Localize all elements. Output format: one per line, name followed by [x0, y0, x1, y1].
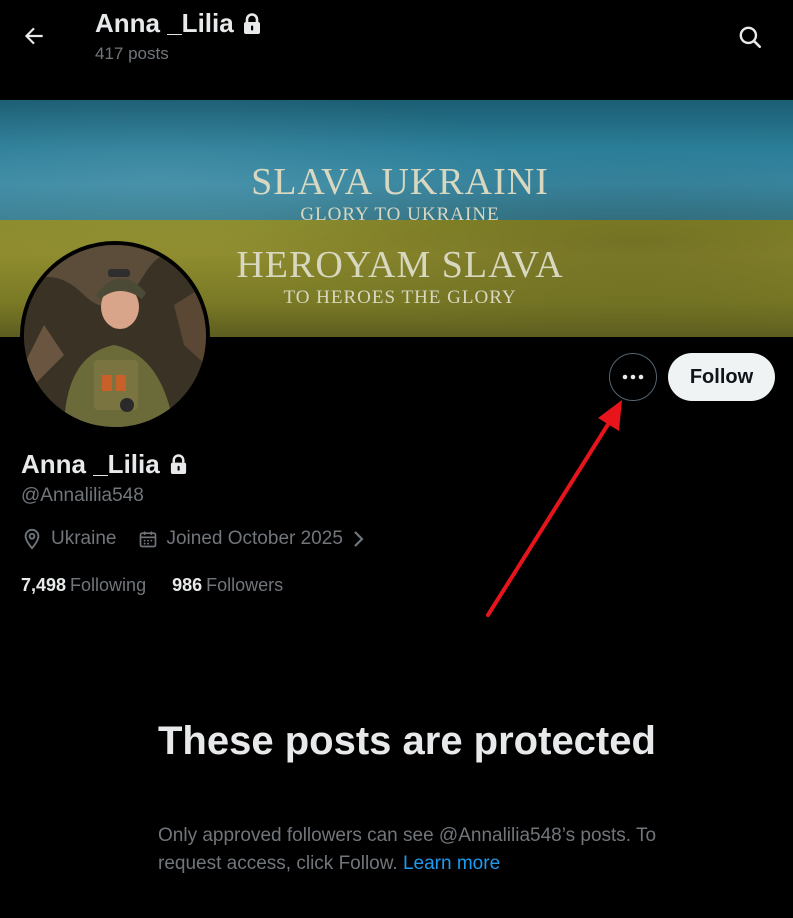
following-link[interactable]: 7,498 Following — [21, 575, 146, 596]
more-horizontal-icon — [622, 374, 644, 380]
followers-count: 986 — [172, 575, 203, 595]
followers-label: Followers — [206, 575, 284, 595]
lock-icon — [170, 454, 186, 474]
back-button[interactable] — [18, 20, 50, 52]
location-text: Ukraine — [51, 528, 117, 549]
profile-stats: 7,498 Following 986 Followers — [21, 575, 309, 596]
profile-handle: @Annalilia548 — [21, 485, 144, 506]
learn-more-link[interactable]: Learn more — [403, 853, 500, 874]
header-post-count: 417 posts — [95, 44, 169, 63]
profile-meta: Ukraine Joined October 2025 — [21, 528, 387, 550]
protected-body: Only approved followers can see @Annalil… — [158, 822, 678, 878]
avatar[interactable] — [20, 241, 210, 431]
follow-button[interactable]: Follow — [668, 353, 775, 401]
search-icon — [739, 26, 762, 49]
joined-text: Joined October 2025 — [166, 528, 343, 549]
header-title: Anna _Lilia — [95, 8, 234, 38]
calendar-icon — [140, 531, 157, 548]
chevron-right-icon — [354, 531, 364, 547]
following-label: Following — [70, 575, 147, 595]
following-count: 7,498 — [21, 575, 67, 595]
profile-name: Anna _Lilia — [21, 449, 160, 479]
more-options-button[interactable] — [609, 353, 657, 401]
lock-icon — [243, 12, 260, 34]
banner-line-4: TO HEROES THE GLORY — [283, 287, 517, 308]
search-button[interactable] — [733, 20, 767, 54]
banner-line-3: HEROYAM SLAVA — [236, 244, 564, 286]
followers-link[interactable]: 986 Followers — [172, 575, 283, 596]
profile-location: Ukraine — [21, 528, 116, 550]
banner-line-2: GLORY TO UKRAINE — [300, 204, 500, 225]
arrow-left-icon — [24, 27, 43, 45]
header-title-row: Anna _Lilia — [95, 8, 262, 39]
profile-name-row: Anna _Lilia — [21, 449, 188, 480]
profile-header: Anna _Lilia 417 posts — [0, 0, 793, 100]
location-pin-icon — [24, 528, 40, 550]
profile-joined[interactable]: Joined October 2025 — [138, 528, 364, 550]
protected-title: These posts are protected — [158, 719, 656, 763]
banner-line-1: SLAVA UKRAINI — [251, 161, 549, 203]
avatar-image — [24, 245, 206, 427]
